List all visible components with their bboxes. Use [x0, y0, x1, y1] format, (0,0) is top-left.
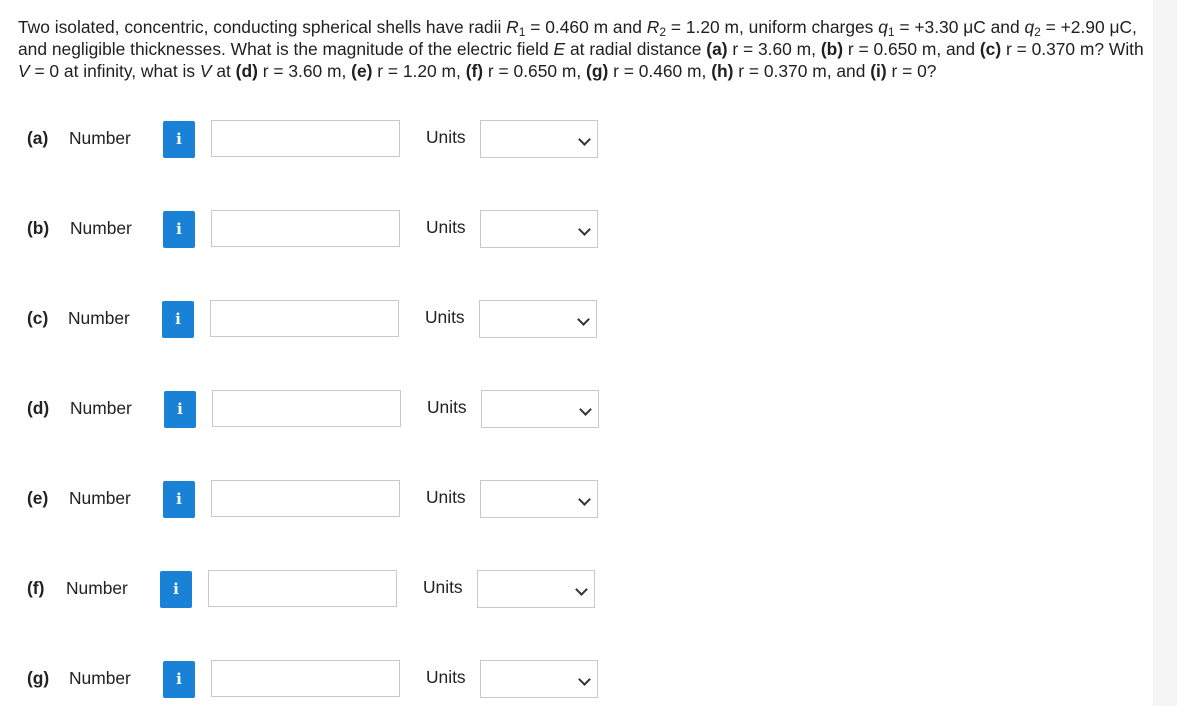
- answer-row-d: (d) Number i Units: [0, 390, 700, 430]
- units-select-b[interactable]: [480, 210, 598, 248]
- scrollbar-gutter: [1153, 0, 1177, 706]
- answer-row-f: (f) Number i Units: [0, 570, 700, 610]
- number-input-b[interactable]: [211, 210, 400, 247]
- answer-row-c: (c) Number i Units: [0, 300, 700, 340]
- answer-row-g: (g) Number i Units: [0, 660, 700, 700]
- units-label: Units: [425, 307, 465, 327]
- question-text: Two isolated, concentric, conducting sph…: [18, 17, 1144, 81]
- number-label: Number: [69, 488, 131, 508]
- part-label: (f): [27, 578, 45, 598]
- number-input-d[interactable]: [212, 390, 401, 427]
- info-icon[interactable]: i: [163, 211, 195, 248]
- info-icon[interactable]: i: [163, 121, 195, 158]
- part-label: (g): [27, 668, 50, 688]
- answer-row-a: (a) Number i Units: [0, 120, 700, 160]
- part-label: (b): [27, 218, 50, 238]
- number-label: Number: [66, 578, 128, 598]
- part-label: (e): [27, 488, 49, 508]
- number-label: Number: [70, 218, 132, 238]
- number-input-a[interactable]: [211, 120, 400, 157]
- units-label: Units: [426, 667, 466, 687]
- question-page: Two isolated, concentric, conducting sph…: [0, 0, 1177, 706]
- units-label: Units: [426, 127, 466, 147]
- part-label: (c): [27, 308, 49, 328]
- chevron-down-icon: [579, 403, 592, 416]
- chevron-down-icon: [577, 313, 590, 326]
- units-select-d[interactable]: [481, 390, 599, 428]
- number-input-f[interactable]: [208, 570, 397, 607]
- info-icon[interactable]: i: [164, 391, 196, 428]
- units-select-f[interactable]: [477, 570, 595, 608]
- number-label: Number: [70, 398, 132, 418]
- number-label: Number: [68, 308, 130, 328]
- number-input-g[interactable]: [211, 660, 400, 697]
- part-label: (d): [27, 398, 50, 418]
- answer-row-b: (b) Number i Units: [0, 210, 700, 250]
- units-label: Units: [423, 577, 463, 597]
- units-select-c[interactable]: [479, 300, 597, 338]
- info-icon[interactable]: i: [163, 661, 195, 698]
- chevron-down-icon: [578, 673, 591, 686]
- units-select-g[interactable]: [480, 660, 598, 698]
- chevron-down-icon: [578, 223, 591, 236]
- chevron-down-icon: [578, 493, 591, 506]
- chevron-down-icon: [575, 583, 588, 596]
- answer-row-e: (e) Number i Units: [0, 480, 700, 520]
- number-label: Number: [69, 128, 131, 148]
- part-label: (a): [27, 128, 49, 148]
- number-label: Number: [69, 668, 131, 688]
- chevron-down-icon: [578, 133, 591, 146]
- units-select-e[interactable]: [480, 480, 598, 518]
- info-icon[interactable]: i: [163, 481, 195, 518]
- units-label: Units: [426, 217, 466, 237]
- number-input-e[interactable]: [211, 480, 400, 517]
- info-icon[interactable]: i: [162, 301, 194, 338]
- units-label: Units: [426, 487, 466, 507]
- units-label: Units: [427, 397, 467, 417]
- number-input-c[interactable]: [210, 300, 399, 337]
- units-select-a[interactable]: [480, 120, 598, 158]
- info-icon[interactable]: i: [160, 571, 192, 608]
